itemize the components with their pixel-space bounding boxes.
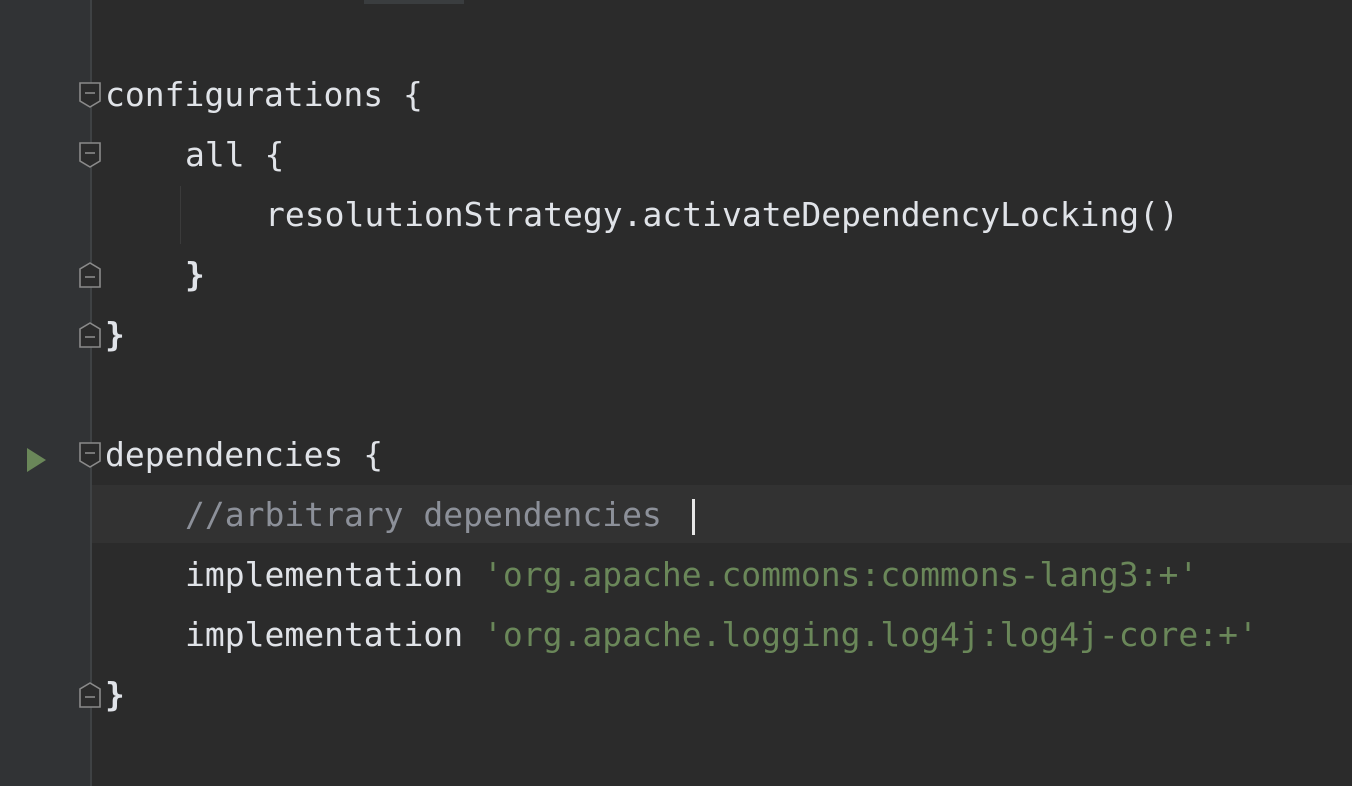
code-text: }: [105, 315, 125, 354]
fold-marker-icon[interactable]: [78, 141, 102, 169]
code-line-4[interactable]: }: [0, 245, 1352, 305]
code-text: }: [105, 675, 125, 714]
code-statement: implementation 'org.apache.logging.log4j…: [185, 615, 1258, 655]
code-line-10[interactable]: }: [0, 665, 1352, 725]
code-keyword: implementation: [185, 615, 464, 654]
code-line-2[interactable]: all {: [0, 125, 1352, 185]
code-comment-wrapper: //arbitrary dependencies: [185, 495, 695, 535]
code-string: 'org.apache.commons:commons-lang3:+': [483, 555, 1199, 594]
run-gutter-icon[interactable]: [25, 442, 47, 472]
code-keyword: implementation: [185, 555, 464, 594]
code-line-5[interactable]: }: [0, 305, 1352, 365]
scroll-indicator: [364, 0, 464, 4]
code-text: dependencies {: [105, 435, 384, 474]
fold-marker-icon[interactable]: [78, 441, 102, 469]
text-caret: [691, 498, 695, 535]
code-line-8[interactable]: implementation 'org.apache.commons:commo…: [0, 545, 1352, 605]
code-string: 'org.apache.logging.log4j:log4j-core:+': [483, 615, 1258, 654]
fold-marker-icon[interactable]: [78, 681, 102, 709]
code-text: configurations {: [105, 75, 423, 114]
code-editor[interactable]: configurations { all { resolutionStrateg…: [0, 0, 1352, 786]
code-comment: //arbitrary dependencies: [185, 495, 682, 534]
code-line-9[interactable]: implementation 'org.apache.logging.log4j…: [0, 605, 1352, 665]
fold-marker-icon[interactable]: [78, 321, 102, 349]
fold-marker-icon[interactable]: [78, 81, 102, 109]
fold-marker-icon[interactable]: [78, 261, 102, 289]
code-text: resolutionStrategy.activateDependencyLoc…: [265, 195, 1179, 234]
code-line-7[interactable]: //arbitrary dependencies: [0, 485, 1352, 545]
code-line-6[interactable]: dependencies {: [0, 425, 1352, 485]
code-line-3[interactable]: resolutionStrategy.activateDependencyLoc…: [0, 185, 1352, 245]
code-text: }: [185, 255, 205, 294]
code-line-1[interactable]: configurations {: [0, 65, 1352, 125]
code-text: all {: [185, 135, 285, 174]
code-statement: implementation 'org.apache.commons:commo…: [185, 555, 1198, 595]
